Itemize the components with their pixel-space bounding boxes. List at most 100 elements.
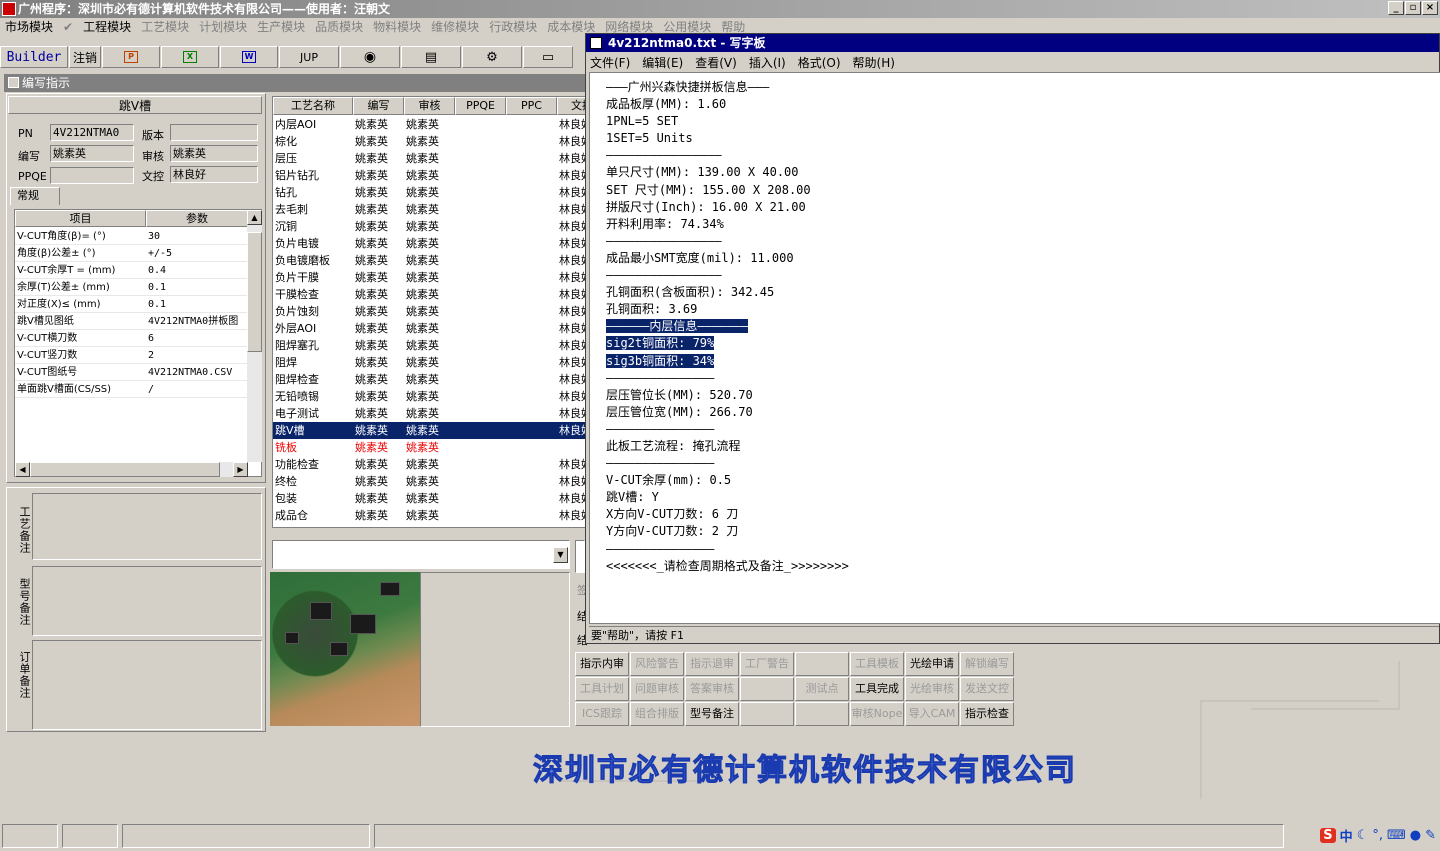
action-button[interactable]: 组合排版 (630, 702, 684, 726)
wordpad-menu-item[interactable]: 编辑(E) (642, 54, 683, 72)
table-row[interactable]: 负片蚀刻 姚素英 姚素英 林良好 (273, 303, 585, 320)
scroll-thumb[interactable] (247, 232, 262, 352)
table-row[interactable]: 包装 姚素英 姚素英 林良好 (273, 490, 585, 507)
param-row[interactable]: 跳V槽见图纸 4V212NTMA0拼板图 (15, 313, 248, 330)
wordpad-menu-item[interactable]: 格式(O) (798, 54, 841, 72)
menu-item[interactable]: 生产模块 (252, 18, 310, 36)
table-row[interactable]: 去毛刺 姚素英 姚素英 林良好 (273, 201, 585, 218)
view-button[interactable]: ◉ (340, 46, 400, 68)
param-row[interactable]: V-CUT横刀数 6 (15, 330, 248, 347)
maximize-button[interactable]: ▫ (1405, 1, 1421, 15)
action-button[interactable]: 指示退审 (685, 652, 739, 676)
table-row[interactable]: 沉铜 姚素英 姚素英 林良好 (273, 218, 585, 235)
ppqe-field[interactable] (50, 167, 134, 184)
builder-button[interactable]: Builder (0, 46, 68, 68)
punct-icon[interactable]: °, (1372, 828, 1383, 843)
sogou-icon[interactable]: S (1320, 828, 1336, 843)
action-button[interactable] (795, 652, 849, 676)
col-header-ppc[interactable]: PPC (506, 97, 557, 115)
param-value[interactable]: 4V212NTMA0拼板图 (148, 313, 248, 330)
action-button[interactable] (740, 677, 794, 701)
table-row[interactable]: 层压 姚素英 姚素英 林良好 (273, 150, 585, 167)
writer-field[interactable]: 姚素英 (50, 145, 134, 162)
logout-button[interactable]: 注销 (69, 46, 101, 68)
action-button[interactable]: 解锁编写 (960, 652, 1014, 676)
wordpad-menu-item[interactable]: 文件(F) (590, 54, 630, 72)
action-button[interactable]: ICS跟踪 (575, 702, 629, 726)
chevron-down-icon[interactable]: ▼ (553, 547, 568, 563)
table-row[interactable]: 棕化 姚素英 姚素英 林良好 (273, 133, 585, 150)
action-button[interactable]: 问题审核 (630, 677, 684, 701)
table-row[interactable]: 阻焊检查 姚素英 姚素英 林良好 (273, 371, 585, 388)
table-row[interactable]: 干膜检查 姚素英 姚素英 林良好 (273, 286, 585, 303)
menu-item[interactable]: 工程模块 (78, 18, 136, 36)
action-button[interactable]: 光绘审核 (905, 677, 959, 701)
version-field[interactable] (170, 124, 258, 141)
menu-item[interactable]: 维修模块 (426, 18, 484, 36)
tools-button[interactable]: ⚙ (462, 46, 522, 68)
param-row[interactable]: 余厚(T)公差± (mm) 0.1 (15, 279, 248, 296)
col-header-review[interactable]: 审核 (404, 97, 455, 115)
ppt-button[interactable]: P (102, 46, 160, 68)
wordpad-menu-item[interactable]: 帮助(H) (853, 54, 895, 72)
action-button[interactable]: 导入CAM (905, 702, 959, 726)
action-button[interactable]: 测试点 (795, 677, 849, 701)
params-hscrollbar[interactable]: ◀ ▶ (15, 462, 248, 477)
table-row[interactable]: 负电镀磨板 姚素英 姚素英 林良好 (273, 252, 585, 269)
action-button[interactable]: 审核Nope (850, 702, 904, 726)
hscroll-thumb[interactable] (30, 462, 220, 477)
keyboard-icon[interactable]: ⌨ (1387, 828, 1406, 843)
jup-button[interactable]: JUP (279, 46, 339, 68)
action-button[interactable]: 工具模板 (850, 652, 904, 676)
table-row[interactable]: 无铅喷锡 姚素英 姚素英 林良好 (273, 388, 585, 405)
menu-item[interactable]: 计划模块 (194, 18, 252, 36)
table-row[interactable]: 成品仓 姚素英 姚素英 林良好 (273, 507, 585, 524)
action-button[interactable]: 型号备注 (685, 702, 739, 726)
action-button[interactable]: 指示内审 (575, 652, 629, 676)
table-row[interactable]: 终检 姚素英 姚素英 林良好 (273, 473, 585, 490)
wrench-icon[interactable]: ✎ (1425, 828, 1436, 843)
menu-item[interactable]: 工艺模块 (136, 18, 194, 36)
action-button[interactable]: 指示检查 (960, 702, 1014, 726)
param-value[interactable]: 0.1 (148, 279, 248, 296)
scroll-up-icon[interactable]: ▲ (247, 210, 262, 225)
scroll-right-icon[interactable]: ▶ (233, 462, 248, 477)
action-button[interactable] (740, 702, 794, 726)
param-value[interactable]: 0.1 (148, 296, 248, 313)
table-row[interactable]: 阻焊塞孔 姚素英 姚素英 林良好 (273, 337, 585, 354)
review-field[interactable]: 姚素英 (170, 145, 258, 162)
wordpad-document[interactable]: ———广州兴森快捷拼板信息——— 成品板厚(MM): 1.60 1PNL=5 SET… (589, 72, 1440, 624)
action-button[interactable]: 光绘申请 (905, 652, 959, 676)
param-row[interactable]: V-CUT图纸号 4V212NTMA0.CSV (15, 364, 248, 381)
minimize-button[interactable]: _ (1388, 1, 1404, 15)
action-button[interactable]: 工具计划 (575, 677, 629, 701)
database-button[interactable]: ▤ (401, 46, 461, 68)
param-row[interactable]: 对正度(X)≤ (mm) 0.1 (15, 296, 248, 313)
menu-item[interactable]: 物料模块 (368, 18, 426, 36)
param-value[interactable]: / (148, 381, 248, 398)
param-row[interactable]: 角度(β)公差± (°) +/-5 (15, 245, 248, 262)
param-row[interactable]: V-CUT竖刀数 2 (15, 347, 248, 364)
param-value[interactable]: 0.4 (148, 262, 248, 279)
param-value[interactable]: 4V212NTMA0.CSV (148, 364, 248, 381)
menu-item[interactable]: 品质模块 (310, 18, 368, 36)
table-row[interactable]: 阻焊 姚素英 姚素英 林良好 (273, 354, 585, 371)
param-value[interactable]: 30 (148, 228, 248, 245)
param-value[interactable]: 2 (148, 347, 248, 364)
table-row[interactable]: 负片电镀 姚素英 姚素英 林良好 (273, 235, 585, 252)
table-row[interactable]: 功能检查 姚素英 姚素英 林良好 (273, 456, 585, 473)
action-button[interactable]: 答案审核 (685, 677, 739, 701)
table-row[interactable]: 铣板 姚素英 姚素英 (273, 439, 585, 456)
param-value[interactable]: 6 (148, 330, 248, 347)
pn-field[interactable]: 4V212NTMA0 (50, 124, 134, 141)
table-row[interactable]: 铝片钻孔 姚素英 姚素英 林良好 (273, 167, 585, 184)
menu-item[interactable]: 市场模块 (0, 18, 58, 36)
doc-control-field[interactable]: 林良好 (170, 166, 258, 183)
order-notes-field[interactable] (32, 640, 262, 730)
table-row[interactable]: 内层AOI 姚素英 姚素英 林良好 (273, 116, 585, 133)
user-icon[interactable]: ● (1410, 828, 1421, 843)
action-button[interactable]: 风险警告 (630, 652, 684, 676)
menu-item[interactable]: 行政模块 (484, 18, 542, 36)
action-button[interactable]: 发送文控 (960, 677, 1014, 701)
col-header-writer[interactable]: 编写 (353, 97, 404, 115)
